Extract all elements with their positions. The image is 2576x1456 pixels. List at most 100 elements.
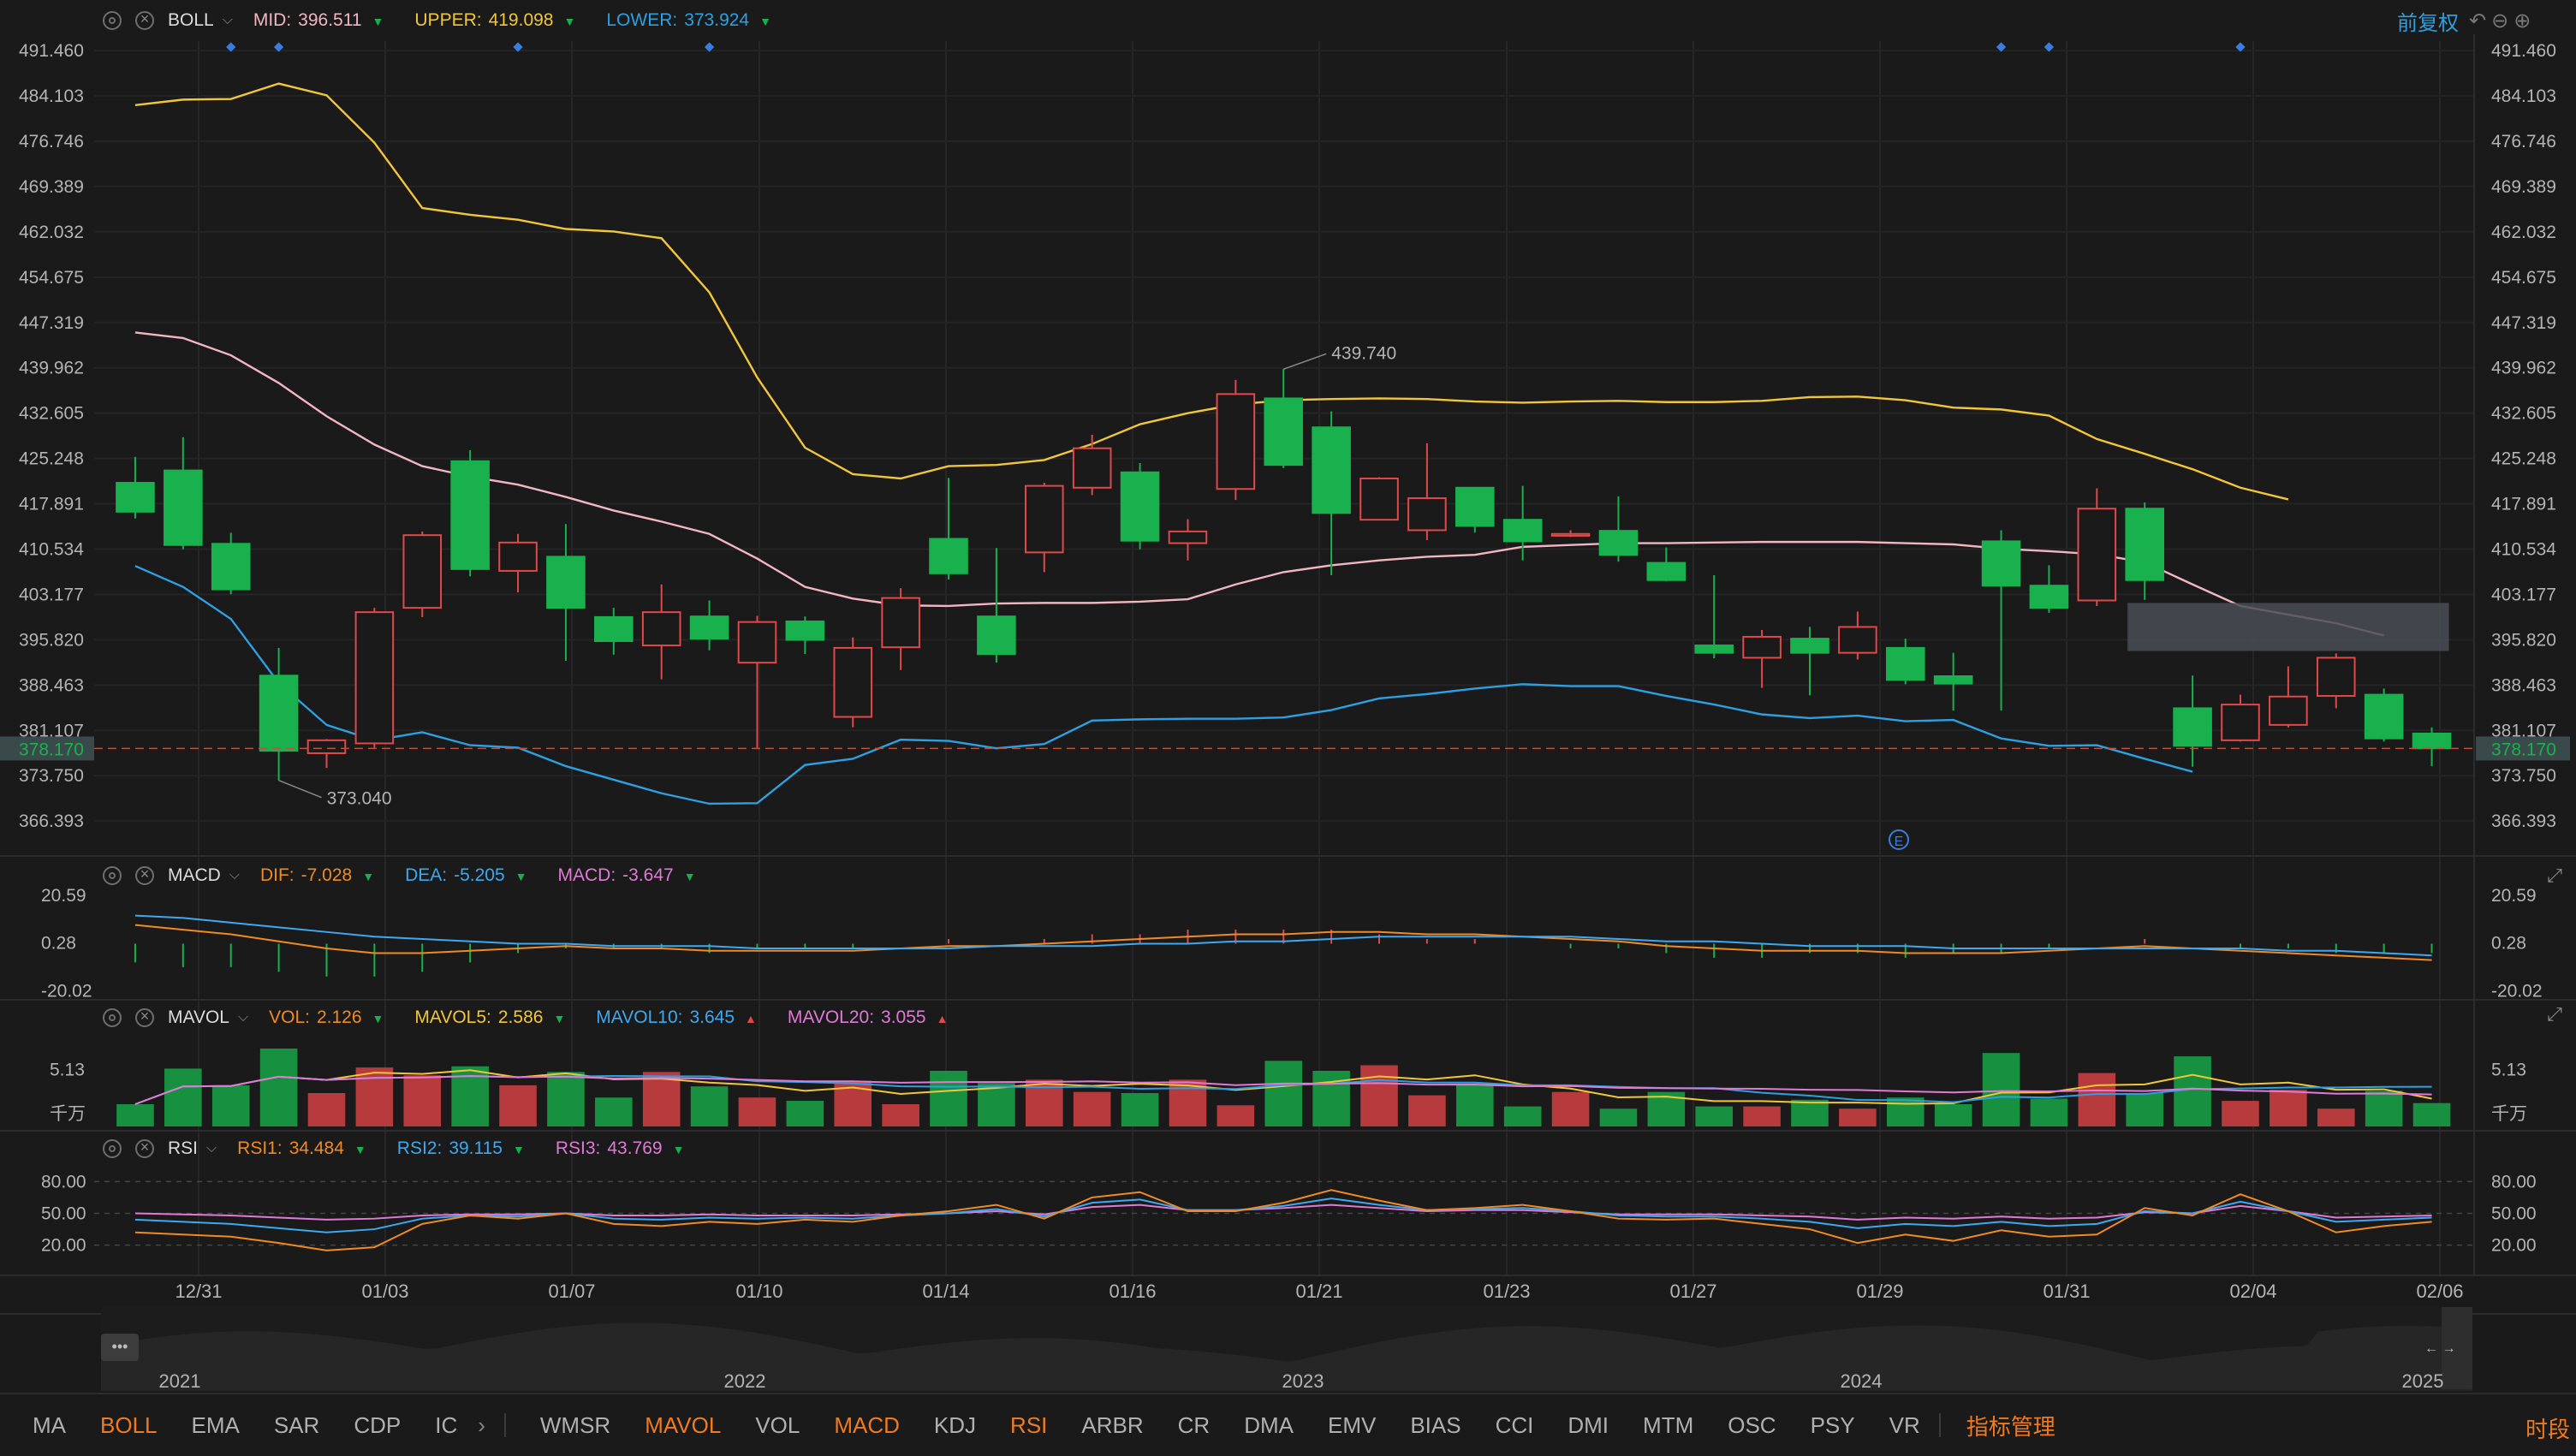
- close-icon[interactable]: [135, 865, 154, 885]
- indicator-tab-vol[interactable]: VOL: [755, 1412, 800, 1439]
- indicator-tab-ma[interactable]: MA: [33, 1412, 66, 1439]
- price-tick-label: 439.962: [2491, 359, 2556, 378]
- indicator-tab-kdj[interactable]: KDJ: [934, 1412, 976, 1439]
- volume-bar: [1839, 1108, 1877, 1126]
- date-axis-label: 01/03: [361, 1281, 408, 1302]
- close-icon[interactable]: [135, 1007, 154, 1027]
- indicator-manage-button[interactable]: 指标管理: [1966, 1410, 2055, 1441]
- kline-chart-canvas[interactable]: 491.460 491.460 484.103 484.103 476.746 476.7…: [0, 0, 2576, 1456]
- indicator-tab-emv[interactable]: EMV: [1328, 1412, 1376, 1439]
- indicator-tab-psy[interactable]: PSY: [1811, 1412, 1855, 1439]
- candle-up: [641, 611, 681, 647]
- volume-bar: [1503, 1106, 1542, 1126]
- chevron-down-icon[interactable]: ⌵: [229, 868, 240, 883]
- price-tick-label: 403.177: [19, 585, 84, 604]
- zoom-out-icon[interactable]: ⊖: [2491, 9, 2508, 33]
- trend-arrow-icon: ▼: [512, 1143, 525, 1156]
- rsi-tick-label: 20.00: [41, 1236, 86, 1256]
- indicator-tab-ic[interactable]: IC: [435, 1412, 457, 1439]
- macd-tick-label: 0.28: [41, 934, 76, 954]
- candle-down: [1502, 519, 1543, 543]
- indicator-tab-bias[interactable]: BIAS: [1410, 1412, 1461, 1439]
- candle-down: [1264, 397, 1304, 467]
- volume-bar: [547, 1072, 585, 1126]
- indicator-value: 396.511: [298, 10, 362, 30]
- date-axis-label: 02/04: [2229, 1281, 2276, 1302]
- candle-down: [259, 675, 299, 752]
- indicator-tab-dmi[interactable]: DMI: [1568, 1412, 1609, 1439]
- gear-icon[interactable]: [103, 1139, 122, 1158]
- indicator-value: 3.645: [689, 1007, 735, 1027]
- indicator-tab-cdp[interactable]: CDP: [354, 1412, 401, 1439]
- gear-icon[interactable]: [103, 11, 122, 30]
- gear-icon[interactable]: [103, 866, 122, 885]
- candle-down: [977, 615, 1016, 656]
- indicator-tab-osc[interactable]: OSC: [1728, 1412, 1776, 1439]
- time-range-button[interactable]: 时段: [2525, 1412, 2570, 1444]
- indicator-value: -7.028: [300, 865, 353, 885]
- price-tick-label: 366.393: [2491, 811, 2556, 831]
- volume-bar: [2412, 1102, 2451, 1126]
- overview-year-label: 2022: [724, 1370, 766, 1392]
- volume-bar: [690, 1086, 729, 1126]
- rsi1-line: [134, 1189, 2432, 1251]
- indicator-label: MACD:: [557, 865, 616, 885]
- close-icon[interactable]: [135, 1138, 154, 1158]
- boll-upper-line: [134, 82, 2289, 501]
- chevron-down-icon[interactable]: ⌵: [223, 13, 233, 28]
- chevron-right-icon[interactable]: ›: [478, 1412, 485, 1439]
- undo-icon[interactable]: ↶: [2469, 9, 2486, 33]
- candle-up: [1359, 477, 1399, 521]
- indicator-tab-cci[interactable]: CCI: [1496, 1412, 1534, 1439]
- indicator-tab-boll[interactable]: BOLL: [100, 1412, 158, 1439]
- candle-down: [1885, 646, 1925, 681]
- volume-bar: [499, 1085, 537, 1126]
- indicator-tab-cr[interactable]: CR: [1178, 1412, 1211, 1439]
- indicator-tab-mavol[interactable]: MAVOL: [645, 1412, 721, 1439]
- trend-arrow-icon: ▼: [759, 15, 771, 28]
- candle-up: [1072, 447, 1112, 489]
- max-price-annotation: 439.740: [1331, 343, 1396, 363]
- indicator-tab-mtm[interactable]: MTM: [1643, 1412, 1693, 1439]
- candle-up: [498, 541, 538, 572]
- zoom-in-icon[interactable]: ⊕: [2514, 9, 2531, 33]
- indicator-tab-dma[interactable]: DMA: [1244, 1412, 1294, 1439]
- indicator-label: VOL:: [269, 1007, 310, 1027]
- indicator-tab-sar[interactable]: SAR: [274, 1412, 319, 1439]
- price-tick-label: 484.103: [19, 86, 84, 106]
- indicator-tab-rsi[interactable]: RSI: [1010, 1412, 1047, 1439]
- volume-bar: [1934, 1104, 1972, 1126]
- volume-tick-label: 5.13: [2491, 1060, 2526, 1079]
- macd-tick-label: 0.28: [2491, 934, 2526, 954]
- indicator-tab-wmsr[interactable]: WMSR: [540, 1412, 610, 1439]
- close-icon[interactable]: [135, 10, 154, 30]
- candle-down: [689, 615, 729, 640]
- trend-arrow-icon: ▼: [372, 15, 384, 28]
- indicator-value: 2.126: [316, 1007, 362, 1027]
- volume-bar: [211, 1085, 250, 1126]
- date-axis-label: 01/14: [922, 1281, 969, 1302]
- macd-tick-label: -20.02: [2491, 981, 2543, 1001]
- indicator-label: RSI2:: [396, 1138, 443, 1158]
- volume-bar: [930, 1071, 967, 1126]
- indicator-tab-macd[interactable]: MACD: [834, 1412, 900, 1439]
- chevron-down-icon[interactable]: ⌵: [206, 1141, 217, 1156]
- indicator-values: MID: 396.511 ▼ UPPER: 419.098 ▼ LOWER: 373.924 ▼: [253, 10, 802, 31]
- expand-icon: ⤢: [2547, 865, 2562, 886]
- candle-up: [2269, 695, 2308, 726]
- divider: [1938, 1413, 1941, 1437]
- indicator-tab-ema[interactable]: EMA: [192, 1412, 240, 1439]
- volume-bar: [2078, 1073, 2116, 1126]
- indicator-tab-arbr[interactable]: ARBR: [1081, 1412, 1143, 1439]
- price-tick-label: 425.248: [2491, 449, 2556, 469]
- candle-down: [1598, 530, 1639, 556]
- candle-up: [1168, 530, 1208, 544]
- gear-icon[interactable]: [103, 1008, 122, 1027]
- price-tick-label: 417.891: [2491, 495, 2556, 514]
- adjust-mode-button[interactable]: 前复权: [2397, 6, 2459, 36]
- indicator-tab-vr[interactable]: VR: [1889, 1412, 1920, 1439]
- chevron-down-icon[interactable]: ⌵: [238, 1010, 248, 1025]
- date-axis-label: 01/23: [1483, 1281, 1530, 1302]
- volume-bar: [1360, 1065, 1398, 1126]
- price-tick-label: 373.750: [2491, 766, 2556, 786]
